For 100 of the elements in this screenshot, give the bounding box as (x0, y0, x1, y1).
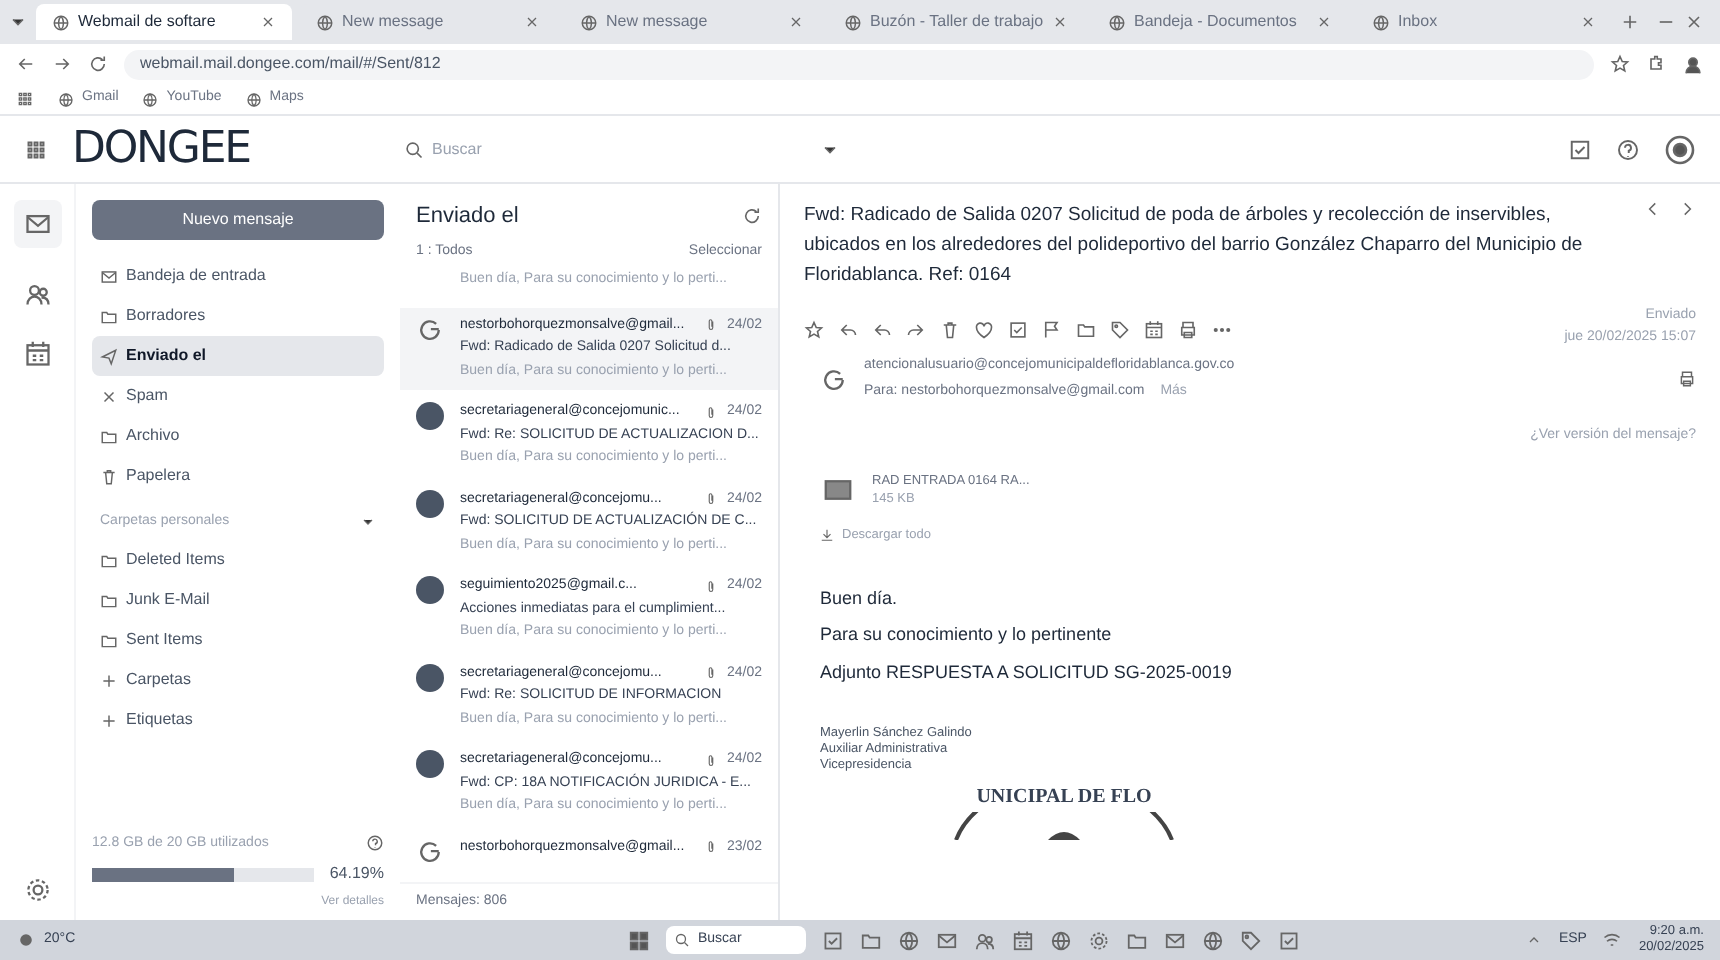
globe-icon (316, 13, 334, 31)
search-field[interactable]: Buscar (432, 137, 788, 161)
bookmark-icon (58, 91, 74, 107)
close-icon[interactable] (1580, 14, 1596, 30)
folder-item[interactable]: Deleted Items (92, 540, 384, 580)
google-icon (416, 837, 444, 865)
folder-item[interactable]: Borradores (92, 296, 384, 336)
folder-item[interactable]: Spam (92, 376, 384, 416)
clip-icon (704, 492, 719, 507)
close-icon[interactable] (260, 14, 276, 30)
globe-icon (1108, 13, 1126, 31)
help-icon[interactable] (1616, 137, 1640, 161)
globe-icon[interactable] (1050, 929, 1072, 951)
bookmark-icon (142, 91, 159, 107)
search-icon (404, 139, 424, 159)
close-icon[interactable] (788, 14, 804, 30)
forward-icon[interactable] (906, 320, 926, 340)
delete-icon[interactable] (940, 320, 960, 340)
avatar (416, 663, 444, 691)
search-icon (674, 932, 690, 948)
close-icon[interactable] (1684, 12, 1704, 32)
mail-icon (23, 210, 51, 238)
close-icon[interactable] (1052, 14, 1068, 30)
apps-icon[interactable] (16, 90, 34, 108)
heart-icon[interactable] (974, 320, 994, 340)
settings-icon[interactable] (1664, 133, 1696, 165)
print-icon[interactable] (1178, 320, 1198, 340)
folder-item[interactable]: Sent Items (92, 620, 384, 660)
flag-icon[interactable] (1042, 320, 1062, 340)
clip-icon (704, 840, 719, 855)
message-subject: Fwd: Radicado de Salida 0207 Solicitud de poda de árboles y recolección de inservibles, ubicados en los alrededores del polideportivo del barrio González Chaparro del Municipio de Floridablanca. Ref: 0164 (804, 202, 1585, 290)
clip-icon (704, 318, 719, 333)
seal-text: UNICIPAL DE FLO (976, 784, 1152, 813)
browser-tab[interactable]: Webmail de softare (36, 4, 292, 40)
clip-icon (704, 405, 719, 420)
folder-item[interactable]: Papelera (92, 456, 384, 496)
profile-icon[interactable] (1682, 53, 1704, 75)
avatar (416, 489, 444, 517)
gear-icon[interactable] (1088, 929, 1110, 951)
contacts-icon[interactable] (23, 280, 51, 308)
folder-item[interactable]: Enviado el (92, 336, 384, 376)
weather-icon (16, 930, 36, 950)
reply-icon[interactable] (872, 320, 892, 340)
close-icon[interactable] (1316, 14, 1332, 30)
tag-icon[interactable] (1240, 929, 1262, 951)
reload-icon[interactable] (88, 54, 108, 74)
list-title: Enviado el (416, 202, 521, 232)
calendar-icon[interactable] (1012, 929, 1034, 951)
plus-icon (100, 711, 118, 729)
wifi-icon[interactable] (1602, 930, 1623, 950)
extensions-icon[interactable] (1646, 54, 1666, 74)
apps-icon[interactable] (24, 137, 48, 161)
folder-item[interactable]: Archivo (92, 416, 384, 456)
star-icon[interactable] (804, 320, 824, 340)
task-icon[interactable] (1008, 320, 1028, 340)
plus-icon[interactable] (1620, 12, 1640, 32)
refresh-icon[interactable] (742, 206, 762, 227)
globe-icon (52, 13, 70, 31)
mail-icon[interactable] (1164, 929, 1186, 951)
mail-button[interactable] (13, 200, 61, 248)
clip-icon (704, 666, 719, 681)
globe-icon[interactable] (1202, 929, 1224, 951)
clip-icon (704, 753, 719, 768)
print-icon[interactable] (1678, 370, 1696, 388)
body-text: Para su conocimiento y lo pertinente (820, 622, 1114, 649)
folder-item[interactable]: Junk E-Mail (92, 580, 384, 620)
tag-icon[interactable] (1110, 320, 1130, 340)
info-icon (366, 834, 384, 853)
calendar-icon[interactable] (1144, 320, 1164, 340)
settings-icon[interactable] (23, 876, 51, 904)
globe-icon[interactable] (898, 929, 920, 951)
compose-button[interactable]: Nuevo mensaje (92, 200, 384, 240)
task-icon[interactable] (1568, 137, 1592, 161)
avatar (416, 402, 444, 430)
back-icon[interactable] (16, 54, 36, 74)
calendar-icon[interactable] (23, 340, 51, 368)
body-text: Adjunto RESPUESTA A SOLICITUD SG-2025-0019 (820, 659, 1234, 686)
storage-percent: 64.19% (329, 862, 384, 886)
clip-icon (704, 579, 719, 594)
forward-icon[interactable] (52, 54, 72, 74)
add-link[interactable]: Etiquetas (92, 700, 384, 740)
reply-all-icon[interactable] (838, 320, 858, 340)
plus-icon (100, 671, 118, 689)
mail-icon[interactable] (936, 929, 958, 951)
bookmark-icon (245, 91, 262, 107)
caret-icon[interactable] (360, 514, 376, 530)
avatar (416, 750, 444, 778)
address-bar[interactable]: webmail.mail.dongee.com/mail/#/Sent/812 (124, 49, 1594, 79)
people-icon[interactable] (974, 929, 996, 951)
check-icon[interactable] (1278, 929, 1300, 951)
logo: DONGEE (72, 122, 252, 178)
google-icon (820, 365, 848, 393)
start-icon[interactable] (628, 929, 650, 951)
close-icon[interactable] (524, 14, 540, 30)
folder-item[interactable]: Bandeja de entrada (92, 256, 384, 296)
download-icon (820, 528, 834, 543)
globe-icon (1372, 13, 1390, 31)
star-icon[interactable] (1610, 54, 1630, 74)
add-link[interactable]: Carpetas (92, 660, 384, 700)
move-icon[interactable] (1076, 320, 1096, 340)
